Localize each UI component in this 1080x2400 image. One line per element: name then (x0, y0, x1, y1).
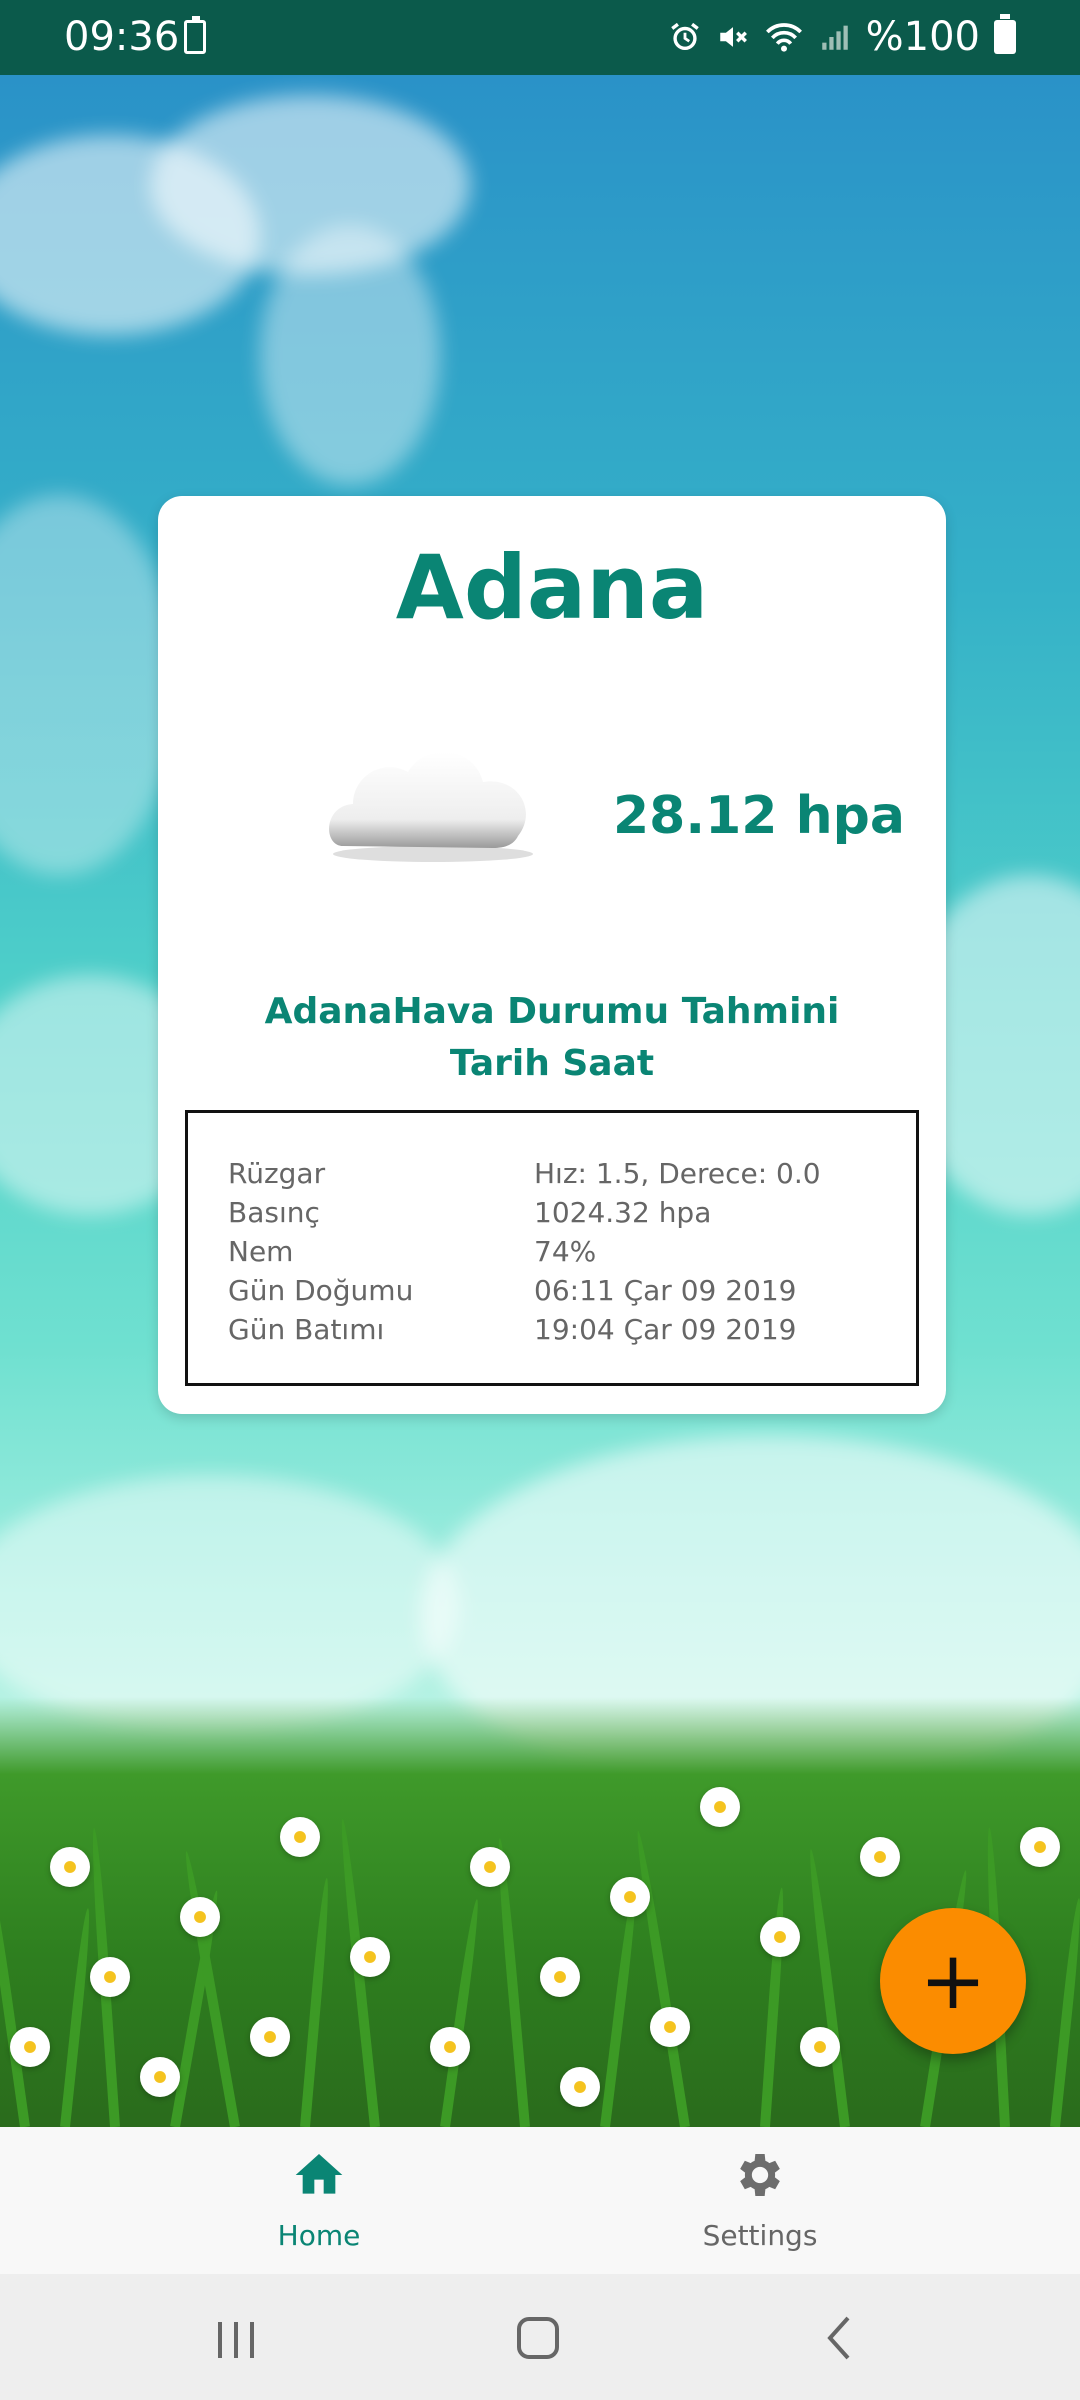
recent-apps-button[interactable] (196, 2304, 276, 2370)
forecast-title: AdanaHava Durumu Tahmini Tarih Saat (158, 986, 946, 1090)
details-label: Basınç (228, 1196, 320, 1229)
bottom-navigation: Home Settings (0, 2127, 1080, 2274)
pressure-value: 28.12 hpa (613, 786, 905, 846)
details-value: 1024.32 hpa (534, 1196, 712, 1229)
details-value: Hız: 1.5, Derece: 0.0 (534, 1157, 821, 1190)
add-city-button[interactable]: + (880, 1908, 1026, 2054)
battery-icon (994, 14, 1016, 54)
details-label: Nem (228, 1235, 294, 1268)
weather-card: Adana 28.12 hpa AdanaHava Durumu Tahmini… (158, 496, 946, 1414)
details-label: Gün Doğumu (228, 1274, 414, 1307)
gear-icon (740, 2154, 780, 2196)
back-button[interactable] (800, 2304, 880, 2370)
wifi-icon (765, 23, 802, 52)
nav-label-settings: Settings (702, 2219, 818, 2252)
details-label: Gün Batımı (228, 1313, 385, 1346)
city-title: Adana (395, 536, 709, 639)
home-icon (295, 2154, 343, 2194)
forecast-title-line2: Tarih Saat (449, 1043, 655, 1084)
cloud-icon (329, 752, 533, 862)
home-button[interactable] (498, 2304, 578, 2370)
status-time: 09:36 (64, 14, 180, 60)
grass (0, 1697, 1080, 2127)
details-value: 19:04 Çar 09 2019 (534, 1313, 797, 1346)
battery-percent: %100 (865, 14, 980, 60)
battery-saver-icon (184, 16, 206, 54)
details-value: 06:11 Çar 09 2019 (534, 1274, 797, 1307)
details-label: Rüzgar (228, 1157, 326, 1190)
nav-label-home: Home (277, 2219, 361, 2252)
system-navigation-bar (0, 2274, 1080, 2400)
forecast-title-line1: AdanaHava Durumu Tahmini (264, 991, 840, 1032)
nav-item-settings[interactable]: Settings (660, 2127, 860, 2274)
details-value: 74% (534, 1235, 597, 1268)
mute-icon (719, 27, 747, 47)
signal-icon (821, 25, 848, 50)
alarm-icon (670, 22, 699, 51)
nav-item-home[interactable]: Home (219, 2127, 419, 2274)
status-icons: %100 (668, 14, 1016, 60)
status-bar: 09:36 %100 (0, 0, 1080, 75)
details-table: Rüzgar Hız: 1.5, Derece: 0.0 Basınç 1024… (185, 1110, 919, 1386)
